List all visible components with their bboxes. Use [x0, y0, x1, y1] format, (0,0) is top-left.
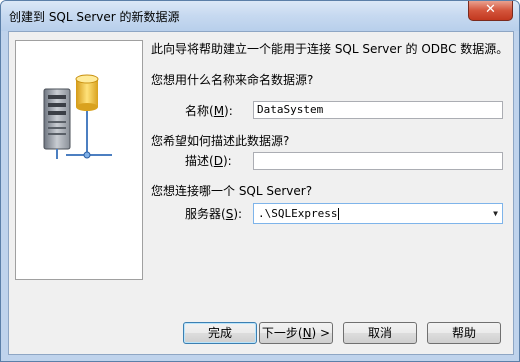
server-combobox-value: .\SQLExpress	[258, 207, 338, 220]
dropdown-arrow-icon[interactable]: ▼	[493, 204, 498, 223]
dialog-client-area: 此向导将帮助建立一个能用于连接 SQL Server 的 ODBC 数据源。 您…	[8, 31, 514, 355]
server-question: 您想连接哪一个 SQL Server?	[151, 184, 313, 198]
name-input[interactable]: DataSystem	[253, 101, 503, 119]
help-button[interactable]: 帮助	[427, 322, 501, 344]
description-question: 您希望如何描述此数据源?	[151, 134, 290, 148]
close-icon: ✕	[485, 2, 496, 17]
wizard-art-panel	[15, 40, 143, 280]
next-button[interactable]: 下一步(N) >	[259, 322, 333, 344]
description-input[interactable]	[253, 152, 503, 170]
name-question: 您想用什么名称来命名数据源?	[151, 73, 314, 87]
title-bar[interactable]: 创建到 SQL Server 的新数据源 ✕	[1, 1, 519, 31]
window-title: 创建到 SQL Server 的新数据源	[9, 10, 180, 24]
server-label: 服务器(S):	[185, 207, 243, 221]
server-combobox[interactable]: .\SQLExpress ▼	[253, 203, 503, 224]
database-server-icon	[43, 74, 112, 159]
intro-text: 此向导将帮助建立一个能用于连接 SQL Server 的 ODBC 数据源。	[151, 42, 509, 56]
cancel-button[interactable]: 取消	[343, 322, 417, 344]
close-button[interactable]: ✕	[468, 1, 513, 21]
name-label: 名称(M):	[185, 104, 233, 118]
dialog-window: 创建到 SQL Server 的新数据源 ✕ 此向导将帮助建立一个能用于连接 S…	[0, 0, 520, 362]
finish-button[interactable]: 完成	[183, 322, 257, 344]
text-caret	[338, 208, 340, 220]
description-label: 描述(D):	[185, 154, 232, 168]
